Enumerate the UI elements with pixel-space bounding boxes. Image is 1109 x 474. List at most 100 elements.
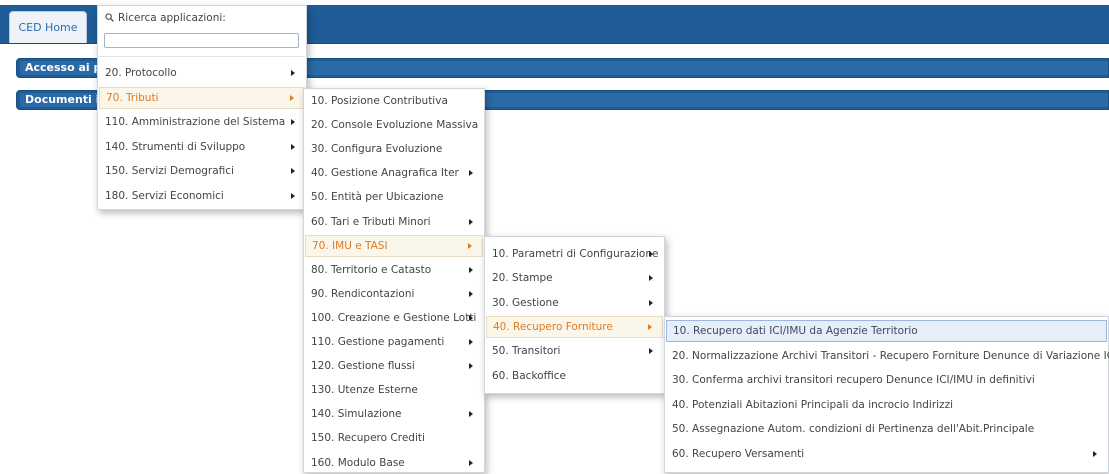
menu-item-label: 110. Amministrazione del Sistema: [105, 116, 286, 128]
menu-item-label: 30. Conferma archivi transitori recupero…: [672, 374, 1035, 386]
menu-item-label: 50. Entità per Ubicazione: [311, 191, 444, 204]
menu-item-60-recupero-versamenti[interactable]: 60. Recupero Versamenti: [666, 443, 1107, 465]
search-input[interactable]: [104, 33, 299, 48]
menu-item-30-gestione[interactable]: 30. Gestione: [486, 292, 663, 314]
applications-menu: Ricerca applicazioni: 20. Protocollo 70. …: [97, 5, 307, 210]
menu-item-70-imu-e-tasi[interactable]: 70. IMU e TASI: [305, 234, 483, 257]
submenu-arrow-icon: [648, 323, 652, 330]
submenu-arrow-icon: [1093, 450, 1097, 457]
menu-item-label: 60. Tari e Tributi Minori: [311, 215, 431, 228]
submenu-arrow-icon: [469, 290, 473, 297]
recupero-forniture-submenu: 10. Recupero dati ICI/IMU da Agenzie Ter…: [664, 316, 1109, 473]
submenu-arrow-icon: [469, 459, 473, 466]
menu-item-160-modulo-base[interactable]: 160. Modulo Base: [305, 452, 483, 474]
panel-documenti-title: Documenti ir: [25, 93, 105, 106]
menu-item-10-recupero-dati-ici-imu-da-agenzie-territorio[interactable]: 10. Recupero dati ICI/IMU da Agenzie Ter…: [666, 320, 1107, 342]
menu-item-label: 60. Backoffice: [492, 369, 566, 382]
menu-item-50-transitori[interactable]: 50. Transitori: [486, 340, 663, 362]
panel-accesso-title: Accesso ai pr: [25, 61, 107, 74]
menu-item-70-tributi[interactable]: 70. Tributi: [99, 86, 305, 109]
menu-item-110-amministrazione-del-sistema[interactable]: 110. Amministrazione del Sistema: [99, 111, 305, 133]
submenu-arrow-icon: [649, 348, 653, 355]
menu-item-label: 30. Gestione: [492, 296, 559, 309]
submenu-arrow-icon: [469, 266, 473, 273]
menu-item-label: 50. Transitori: [492, 345, 561, 358]
menu-item-label: 50. Assegnazione Autom. condizioni di Pe…: [672, 423, 1035, 435]
submenu-arrow-icon: [469, 170, 473, 177]
menu-item-20-console-evoluzione-massiva[interactable]: 20. Console Evoluzione Massiva: [305, 114, 483, 136]
menu-item-label: 30. Configura Evoluzione: [311, 143, 443, 156]
menu-item-180-servizi-economici[interactable]: 180. Servizi Economici: [99, 185, 305, 207]
menu-item-label: 20. Protocollo: [105, 67, 177, 79]
menu-item-label: 160. Modulo Base: [311, 456, 405, 469]
menu-item-150-servizi-demografici[interactable]: 150. Servizi Demografici: [99, 160, 305, 182]
menu-item-80-territorio-e-catasto[interactable]: 80. Territorio e Catasto: [305, 259, 483, 281]
menu-item-label: 40. Potenziali Abitazioni Principali da …: [672, 398, 954, 411]
menu-item-label: 130. Utenze Esterne: [311, 384, 418, 397]
menu-item-40-gestione-anagrafica-iter[interactable]: 40. Gestione Anagrafica Iter: [305, 162, 483, 184]
menu-item-label: 70. IMU e TASI: [312, 239, 388, 252]
menu-item-90-rendicontazioni[interactable]: 90. Rendicontazioni: [305, 283, 483, 305]
submenu-arrow-icon: [649, 251, 653, 257]
menu-item-60-backoffice[interactable]: 60. Backoffice: [486, 365, 663, 387]
search-icon: [105, 13, 114, 22]
menu-item-label: 120. Gestione flussi: [311, 360, 415, 373]
menu-item-20-normalizzazione-archivi-transitori-recupero-forniture-denunce-di-variazione-ici-imu[interactable]: 20. Normalizzazione Archivi Transitori -…: [666, 345, 1109, 367]
menu-divider: [99, 56, 305, 57]
menu-item-label: 70. Tributi: [106, 91, 159, 104]
submenu-arrow-icon: [468, 242, 472, 249]
menu-item-label: 10. Parametri di Configurazione: [492, 248, 659, 260]
menu-item-110-gestione-pagamenti[interactable]: 110. Gestione pagamenti: [305, 331, 483, 353]
submenu-arrow-icon: [469, 339, 473, 345]
submenu-arrow-icon: [469, 218, 473, 225]
menu-item-label: 100. Creazione e Gestione Lotti: [311, 311, 477, 324]
menu-item-label: 10. Posizione Contributiva: [311, 95, 448, 107]
submenu-arrow-icon: [291, 70, 295, 76]
menu-item-50-assegnazione-autom-condizioni-di-pertinenza-dell-abit-principale[interactable]: 50. Assegnazione Autom. condizioni di Pe…: [666, 418, 1107, 440]
submenu-arrow-icon: [291, 168, 295, 174]
menu-item-label: 20. Console Evoluzione Massiva: [311, 119, 479, 132]
menu-item-label: 40. Gestione Anagrafica Iter: [311, 167, 459, 180]
submenu-arrow-icon: [649, 299, 653, 306]
menu-item-label: 20. Normalizzazione Archivi Transitori -…: [672, 349, 1109, 362]
menu-item-60-tari-e-tributi-minori[interactable]: 60. Tari e Tributi Minori: [305, 211, 483, 233]
menu-item-label: 150. Servizi Demografici: [105, 165, 234, 177]
menu-item-100-creazione-e-gestione-lotti[interactable]: 100. Creazione e Gestione Lotti: [305, 307, 483, 329]
tributi-submenu: 10. Posizione Contributiva 20. Console Ev…: [303, 88, 485, 473]
menu-item-50-entit-per-ubicazione[interactable]: 50. Entità per Ubicazione: [305, 186, 483, 208]
menu-item-20-protocollo[interactable]: 20. Protocollo: [99, 62, 305, 84]
submenu-arrow-icon: [290, 94, 294, 101]
submenu-arrow-icon: [469, 314, 473, 321]
menu-item-30-conferma-archivi-transitori-recupero-denunce-ici-imu-in-definitivi[interactable]: 30. Conferma archivi transitori recupero…: [666, 369, 1107, 391]
submenu-arrow-icon: [469, 411, 473, 418]
imu-tasi-submenu: 10. Parametri di Configurazione 20. Stamp…: [484, 236, 665, 394]
tab-ced-home[interactable]: CED Home: [9, 11, 87, 43]
search-label: Ricerca applicazioni:: [105, 12, 226, 24]
menu-item-label: 90. Rendicontazioni: [311, 287, 415, 300]
menu-item-label: 10. Recupero dati ICI/IMU da Agenzie Ter…: [673, 325, 918, 337]
menu-item-label: 110. Gestione pagamenti: [311, 336, 445, 348]
menu-item-120-gestione-flussi[interactable]: 120. Gestione flussi: [305, 355, 483, 377]
menu-item-label: 80. Territorio e Catasto: [311, 263, 432, 276]
menu-item-140-strumenti-di-sviluppo[interactable]: 140. Strumenti di Sviluppo: [99, 136, 305, 158]
menu-item-40-potenziali-abitazioni-principali-da-incrocio-indirizzi[interactable]: 40. Potenziali Abitazioni Principali da …: [666, 394, 1107, 416]
menu-item-10-posizione-contributiva[interactable]: 10. Posizione Contributiva: [305, 90, 483, 112]
submenu-arrow-icon: [291, 143, 295, 150]
submenu-arrow-icon: [291, 192, 295, 199]
submenu-arrow-icon: [469, 363, 473, 370]
menu-item-10-parametri-di-configurazione[interactable]: 10. Parametri di Configurazione: [486, 243, 663, 265]
menu-item-label: 180. Servizi Economici: [105, 189, 224, 202]
menu-item-label: 20. Stampe: [492, 272, 553, 285]
menu-item-40-recupero-forniture[interactable]: 40. Recupero Forniture: [486, 315, 663, 338]
menu-item-150-recupero-crediti[interactable]: 150. Recupero Crediti: [305, 427, 483, 449]
search-label-text: Ricerca applicazioni:: [118, 12, 226, 24]
submenu-arrow-icon: [649, 275, 653, 282]
menu-item-140-simulazione[interactable]: 140. Simulazione: [305, 403, 483, 425]
menu-item-label: 60. Recupero Versamenti: [672, 447, 805, 460]
menu-item-20-stampe[interactable]: 20. Stampe: [486, 267, 663, 289]
menu-item-label: 140. Strumenti di Sviluppo: [105, 140, 246, 153]
menu-item-label: 40. Recupero Forniture: [493, 320, 613, 333]
submenu-arrow-icon: [291, 119, 295, 125]
menu-item-30-configura-evoluzione[interactable]: 30. Configura Evoluzione: [305, 138, 483, 160]
menu-item-130-utenze-esterne[interactable]: 130. Utenze Esterne: [305, 379, 483, 401]
